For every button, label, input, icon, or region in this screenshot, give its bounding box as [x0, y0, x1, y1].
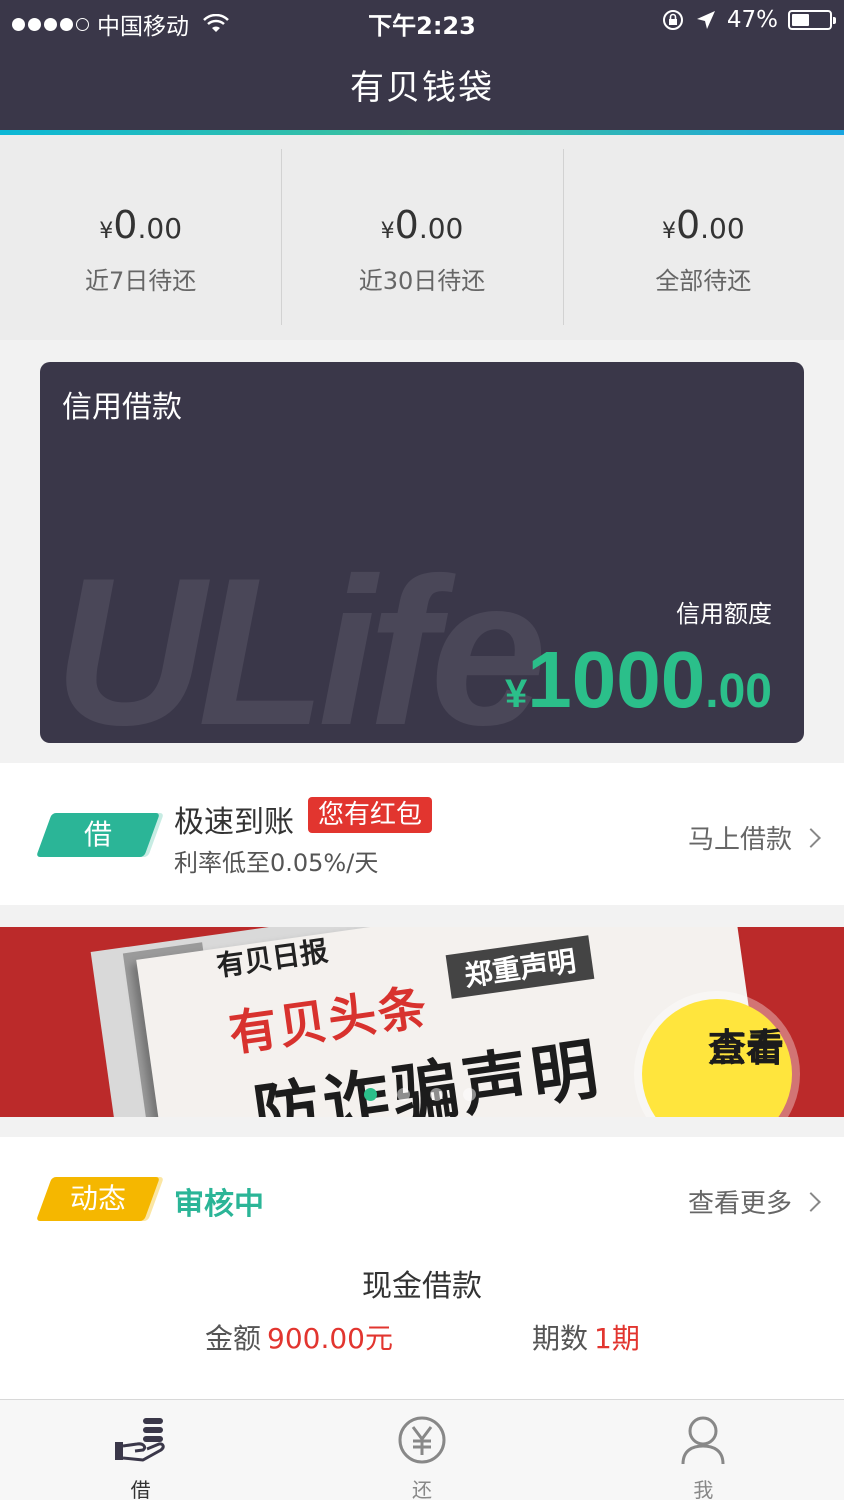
activity-status: 审核中	[174, 1187, 264, 1222]
tab-borrow[interactable]: 借	[0, 1400, 281, 1500]
card-title: 信用借款	[62, 390, 182, 425]
status-bar: 中国移动 下午2:23 47%	[0, 0, 844, 42]
activity-amount: 金额 900.00元	[205, 1322, 393, 1355]
person-icon	[681, 1416, 725, 1465]
repayment-summary: ¥0.00 近7日待还 ¥0.00 近30日待还 ¥0.00 全部待还	[0, 135, 844, 340]
carousel-dot[interactable]	[463, 1088, 476, 1101]
battery-fill	[792, 14, 809, 26]
tab-label: 我	[693, 1478, 714, 1500]
yen-circle-icon	[398, 1416, 446, 1464]
borrow-hand-coins-icon	[114, 1418, 165, 1462]
status-right: 47%	[661, 7, 836, 33]
quick-loan-row[interactable]: 借 极速到账 您有红包 利率低至0.05%/天 马上借款	[0, 763, 844, 905]
rotation-lock-icon	[662, 10, 683, 30]
activity-section: 动态 审核中 查看更多 现金借款 金额 900.00元 期数 1期	[0, 1137, 844, 1399]
view-more-button[interactable]: 查看更多	[688, 1183, 821, 1220]
credit-limit-label: 信用额度	[676, 600, 772, 628]
tab-label: 还	[411, 1478, 432, 1500]
tab-me[interactable]: 我	[563, 1400, 844, 1500]
activity-tag: 动态	[35, 1177, 161, 1221]
loan-title: 极速到账	[174, 805, 294, 840]
carousel-dot[interactable]	[364, 1088, 377, 1101]
summary-7-days[interactable]: ¥0.00 近7日待还	[0, 135, 281, 340]
red-packet-badge: 您有红包	[308, 797, 433, 833]
summary-amount: ¥0.00	[380, 203, 464, 247]
chevron-right-icon	[801, 1191, 821, 1212]
carousel-dots	[364, 1088, 476, 1101]
carousel-dot[interactable]	[397, 1088, 410, 1101]
summary-all[interactable]: ¥0.00 全部待还	[562, 135, 844, 340]
summary-label: 近30日待还	[358, 267, 486, 295]
credit-loan-card[interactable]: ULife 信用借款 信用额度 ¥1000.00	[40, 362, 804, 743]
summary-amount: ¥0.00	[99, 203, 183, 247]
card-watermark-logo: ULife	[54, 534, 547, 744]
activity-periods: 期数 1期	[532, 1322, 640, 1355]
summary-30-days[interactable]: ¥0.00 近30日待还	[281, 135, 562, 340]
battery-percent: 47%	[726, 7, 778, 33]
bottom-tab-bar: 借 还 我	[0, 1399, 844, 1500]
chevron-right-icon	[801, 827, 821, 848]
navbar: 有贝钱袋	[0, 42, 844, 130]
battery-icon	[788, 10, 836, 30]
summary-label: 全部待还	[655, 267, 752, 295]
loan-rate: 利率低至0.05%/天	[174, 849, 379, 877]
page-title: 有贝钱袋	[350, 68, 494, 108]
location-arrow-icon	[696, 11, 715, 29]
borrow-now-button[interactable]: 马上借款	[688, 819, 821, 856]
summary-amount: ¥0.00	[661, 203, 745, 247]
tab-label: 借	[130, 1478, 151, 1500]
carousel-dot[interactable]	[430, 1088, 443, 1101]
summary-label: 近7日待还	[85, 267, 197, 295]
activity-product: 现金借款	[362, 1269, 482, 1304]
credit-limit-amount: ¥1000.00	[505, 635, 772, 724]
tab-repay[interactable]: 还	[281, 1400, 562, 1500]
borrow-tag: 借	[35, 813, 161, 857]
